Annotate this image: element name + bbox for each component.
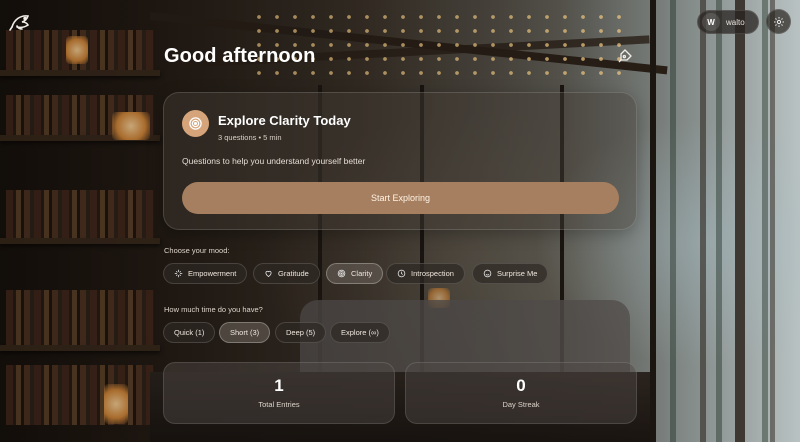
username: walto	[726, 17, 745, 27]
mood-chip-surprise-me[interactable]: Surprise Me	[472, 263, 549, 284]
stat-value: 0	[516, 376, 526, 395]
mood-chip-label: Clarity	[351, 269, 373, 278]
mood-chip-gratitude[interactable]: Gratitude	[253, 263, 320, 284]
greeting-title: Good afternoon	[164, 45, 316, 67]
card-description: Questions to help you understand yoursel…	[182, 156, 366, 166]
mood-chip-label: Empowerment	[188, 269, 237, 278]
gear-icon	[773, 16, 784, 27]
card-title: Explore Clarity Today	[218, 113, 351, 128]
heart-icon	[265, 270, 272, 277]
mood-chip-introspection[interactable]: Introspection	[386, 263, 465, 284]
mood-chip-label: Introspection	[411, 269, 454, 278]
target-icon	[182, 110, 209, 137]
compass-icon	[397, 269, 406, 278]
time-chip-deep[interactable]: Deep (5)	[275, 322, 327, 343]
mood-chip-label: Gratitude	[278, 269, 309, 278]
sparkle-icon	[174, 269, 183, 278]
stat-value: 1	[274, 376, 284, 395]
time-chip-explore[interactable]: Explore (∞)	[330, 322, 390, 343]
stat-card-total-entries: 1 Total Entries	[163, 362, 395, 424]
mood-label: Choose your mood:	[164, 246, 230, 255]
time-chip-quick[interactable]: Quick (1)	[163, 322, 216, 343]
time-chip-label: Quick (1)	[174, 328, 205, 337]
time-chip-label: Deep (5)	[286, 328, 316, 337]
stat-label: Total Entries	[258, 400, 300, 409]
smile-icon	[483, 269, 492, 278]
explore-card: Explore Clarity Today 3 questions • 5 mi…	[163, 92, 637, 230]
time-chip-label: Short (3)	[230, 328, 260, 337]
time-chip-label: Explore (∞)	[341, 328, 379, 337]
avatar: W	[702, 13, 720, 31]
start-exploring-button[interactable]: Start Exploring	[182, 182, 619, 214]
mood-chip-label: Surprise Me	[497, 269, 538, 278]
time-label: How much time do you have?	[164, 305, 263, 314]
user-menu-button[interactable]: W walto	[697, 10, 759, 34]
time-chip-short[interactable]: Short (3)	[219, 322, 271, 343]
mood-chip-empowerment[interactable]: Empowerment	[163, 263, 248, 284]
mood-chip-clarity[interactable]: Clarity	[326, 263, 384, 284]
pen-nib-icon[interactable]	[617, 48, 633, 64]
target-icon	[337, 269, 346, 278]
card-meta: 3 questions • 5 min	[218, 133, 282, 142]
settings-button[interactable]	[766, 9, 791, 34]
stat-label: Day Streak	[502, 400, 540, 409]
stat-card-day-streak: 0 Day Streak	[405, 362, 637, 424]
bird-logo-icon[interactable]	[8, 10, 34, 36]
